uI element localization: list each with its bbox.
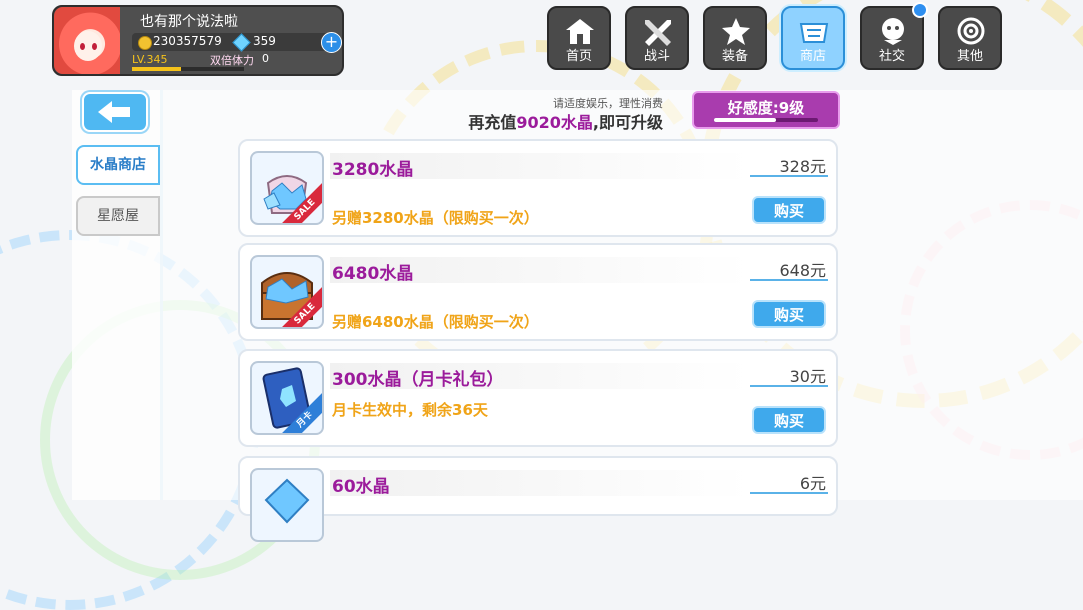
favor-level-text: 好感度:9级 (727, 99, 805, 117)
coin-icon (138, 36, 152, 50)
nav-label: 首页 (565, 49, 592, 64)
double-stamina-value: 0 (262, 52, 269, 65)
double-stamina-label: 双倍体力 (210, 54, 254, 67)
other-icon (957, 17, 985, 45)
item-name: 6480水晶 (332, 264, 414, 284)
battle-icon (645, 20, 671, 46)
crystal-icon (250, 468, 324, 542)
player-name: 也有那个说法啦 (140, 14, 238, 30)
favor-progress-bar (714, 118, 818, 122)
item-description: 另赠6480水晶（限购买一次） (332, 313, 539, 331)
favor-level-badge: 好感度:9级 (692, 91, 840, 129)
nav-other-button[interactable]: 其他 (938, 6, 1002, 70)
nav-label: 其他 (956, 49, 983, 64)
nav-shop-button[interactable]: 商店 (781, 6, 845, 70)
add-crystal-button[interactable]: + (321, 32, 342, 53)
buy-button[interactable]: 购买 (752, 406, 826, 434)
tab-crystal-shop[interactable]: 水晶商店 (76, 145, 160, 185)
item-price: 30元 (789, 367, 826, 386)
shop-item-card: SALE 3280水晶 另赠3280水晶（限购买一次） 328元 购买 (238, 139, 838, 237)
nav-label: 装备 (721, 49, 748, 64)
player-level: LV.345 (132, 53, 168, 66)
nav-label: 社交 (878, 49, 905, 64)
crystal-bag-icon: SALE (250, 151, 324, 225)
nav-home-button[interactable]: 首页 (547, 6, 611, 70)
equipment-icon (722, 18, 750, 45)
crystal-icon (232, 33, 251, 52)
item-name: 300水晶（月卡礼包） (332, 370, 504, 390)
nav-equipment-button[interactable]: 装备 (703, 6, 767, 70)
social-icon (882, 18, 904, 45)
nav-social-button[interactable]: 社交 (860, 2, 928, 70)
item-price: 328元 (779, 157, 826, 176)
upgrade-hint: 再充值9020水晶,即可升级 (468, 113, 663, 132)
currency-bar: 230357579 359 + (132, 32, 342, 53)
nav-label: 战斗 (643, 49, 670, 64)
item-description: 另赠3280水晶（限购买一次） (332, 209, 539, 227)
item-name: 60水晶 (332, 477, 390, 497)
nav-battle-button[interactable]: 战斗 (625, 6, 689, 70)
player-profile[interactable]: 也有那个说法啦 230357579 359 + LV.345 双倍体力 0 (52, 5, 344, 76)
buy-button[interactable]: 购买 (752, 300, 826, 328)
item-description: 月卡生效中，剩余36天 (332, 401, 488, 419)
shop-icon (799, 23, 829, 43)
nav-label: 商店 (799, 49, 826, 64)
buy-button[interactable]: 购买 (752, 196, 826, 224)
treasure-chest-icon: SALE (250, 255, 324, 329)
tab-wish-house[interactable]: 星愿屋 (76, 196, 160, 236)
item-name: 3280水晶 (332, 160, 414, 180)
home-icon (566, 19, 594, 44)
notification-dot (912, 2, 928, 18)
item-price: 648元 (779, 261, 826, 280)
shop-item-card: 月卡 300水晶（月卡礼包） 月卡生效中，剩余36天 30元 购买 (238, 349, 838, 447)
crystal-amount: 359 (253, 34, 276, 48)
shop-item-card: 60水晶 6元 (238, 456, 838, 542)
gold-amount: 230357579 (153, 34, 222, 48)
item-price: 6元 (799, 474, 826, 493)
monthly-card-icon: 月卡 (250, 361, 324, 435)
avatar[interactable] (54, 7, 120, 74)
shop-item-card: SALE 6480水晶 另赠6480水晶（限购买一次） 648元 购买 (238, 243, 838, 341)
